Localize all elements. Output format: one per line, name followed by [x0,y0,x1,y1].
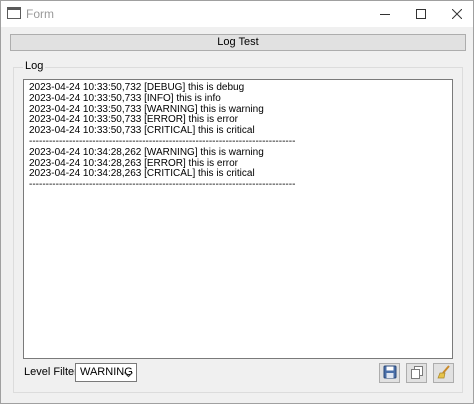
minimize-button[interactable] [367,1,403,27]
clear-icon [436,364,451,382]
close-icon [452,9,462,19]
copy-icon [410,365,424,382]
save-icon [383,365,397,382]
log-line: 2023-04-24 10:34:28,262 [WARNING] this i… [29,146,264,158]
log-separator: ----------------------------------------… [29,179,296,191]
copy-button[interactable] [406,363,427,383]
chevron-down-icon [124,369,133,381]
maximize-icon [416,9,426,19]
level-filter-label: Level Filter [24,366,78,378]
log-group-label: Log [23,60,46,72]
save-button[interactable] [379,363,400,383]
log-line: 2023-04-24 10:33:50,733 [INFO] this is i… [29,92,221,104]
log-output[interactable]: 2023-04-24 10:33:50,732 [DEBUG] this is … [23,79,453,359]
close-button[interactable] [439,1,474,27]
log-test-button[interactable]: Log Test [10,34,466,51]
app-icon [7,7,21,19]
form-window: Form Log Test Log 2023-04-24 10:33:50,73… [0,0,474,404]
title-bar: Form [1,1,473,27]
minimize-icon [380,14,390,15]
maximize-button[interactable] [403,1,439,27]
level-filter-select[interactable]: WARNING [75,363,137,382]
window-title: Form [26,7,54,21]
clear-button[interactable] [433,363,454,383]
